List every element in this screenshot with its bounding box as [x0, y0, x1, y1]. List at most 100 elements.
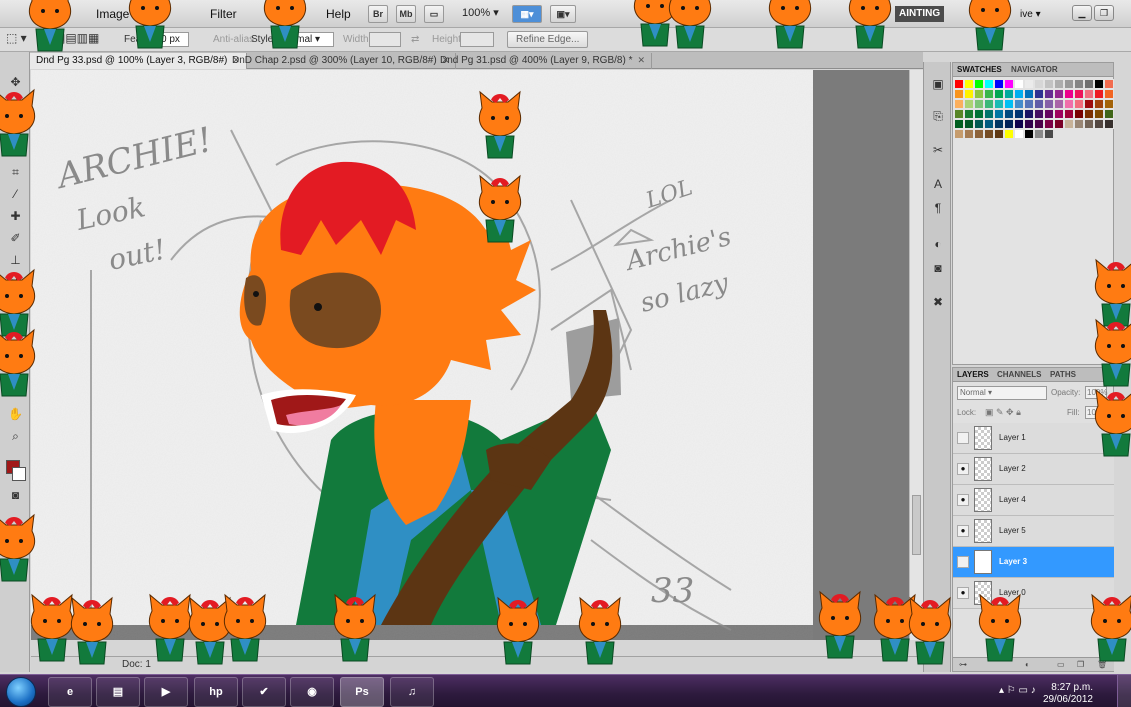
internet-explorer-icon[interactable]: e	[48, 677, 92, 707]
color-swatch[interactable]	[1034, 119, 1044, 129]
canvas-area[interactable]: ARCHIE! Look out! LOL Archie's so lazy 3…	[31, 70, 909, 640]
mini-bridge-icon[interactable]: ▣	[930, 76, 946, 92]
file-explorer-icon[interactable]: ▤	[96, 677, 140, 707]
tray-icons[interactable]: ▴ ⚐ ▭ ♪	[999, 685, 1036, 696]
restore-button[interactable]: ❐	[1094, 5, 1114, 21]
tab-channels[interactable]: CHANNELS	[997, 370, 1041, 379]
marquee-tool-icon[interactable]: ⬚	[7, 98, 24, 115]
refine-edge-button[interactable]: Refine Edge...	[507, 31, 589, 48]
color-swatch[interactable]	[1084, 119, 1094, 129]
tab-layers[interactable]: LAYERS	[957, 370, 989, 379]
minimize-button[interactable]: ▁	[1072, 5, 1092, 21]
color-swatch[interactable]	[964, 119, 974, 129]
layer-row[interactable]: ● Layer 2	[953, 454, 1114, 485]
background-color-swatch[interactable]	[12, 467, 26, 481]
color-swatch[interactable]	[954, 129, 964, 139]
color-swatch[interactable]	[1084, 109, 1094, 119]
color-swatch[interactable]	[994, 79, 1004, 89]
color-swatch[interactable]	[1034, 89, 1044, 99]
color-swatch[interactable]	[1004, 119, 1014, 129]
color-swatch[interactable]	[1014, 129, 1024, 139]
swatch-grid[interactable]	[954, 79, 1114, 139]
lasso-tool-icon[interactable]: ℓ	[7, 120, 24, 137]
clone-stamp-icon[interactable]: ⊥	[7, 252, 24, 269]
color-swatch[interactable]	[1104, 119, 1114, 129]
color-swatch[interactable]	[954, 79, 964, 89]
eraser-tool-icon[interactable]: ◫	[7, 296, 24, 313]
color-swatch[interactable]	[1034, 99, 1044, 109]
adjustments-icon[interactable]: ◐	[930, 236, 946, 252]
color-swatch[interactable]	[1094, 79, 1104, 89]
color-swatch[interactable]	[994, 119, 1004, 129]
color-swatch[interactable]	[1034, 109, 1044, 119]
tab-dnd-pg-33[interactable]: Dnd Pg 33.psd @ 100% (Layer 3, RGB/8#) ✕	[30, 53, 247, 69]
quick-select-icon[interactable]: ✎	[7, 142, 24, 159]
color-swatch[interactable]	[984, 89, 994, 99]
firefox-icon[interactable]: ◉	[290, 677, 334, 707]
menu-image[interactable]: Image	[96, 7, 129, 21]
color-swatch[interactable]	[1104, 99, 1114, 109]
width-input[interactable]	[369, 32, 401, 47]
workspace-more[interactable]: ive ▾	[1020, 9, 1041, 20]
tab-navigator[interactable]: NAVIGATOR	[1011, 65, 1058, 74]
color-swatch[interactable]	[1054, 89, 1064, 99]
color-swatch[interactable]	[1044, 79, 1054, 89]
color-swatch[interactable]	[954, 89, 964, 99]
quick-mask-icon[interactable]: ◙	[7, 487, 24, 504]
color-swatch[interactable]	[1044, 129, 1054, 139]
color-swatch[interactable]	[1084, 99, 1094, 109]
layer-name[interactable]: Layer 0	[999, 588, 1026, 597]
color-swatch[interactable]	[1014, 109, 1024, 119]
color-swatch[interactable]	[1054, 119, 1064, 129]
menu-filter[interactable]: Filter	[210, 7, 237, 21]
swap-icon[interactable]: ⇄	[411, 34, 419, 45]
layer-row[interactable]: ● Layer 0	[953, 578, 1114, 609]
color-swatch[interactable]	[1094, 109, 1104, 119]
gradient-tool-icon[interactable]: ▥	[7, 318, 24, 335]
color-swatch[interactable]	[984, 129, 994, 139]
color-swatch[interactable]	[1024, 109, 1034, 119]
layer-row[interactable]: Layer 1	[953, 423, 1114, 454]
color-swatch[interactable]	[1004, 129, 1014, 139]
color-swatch[interactable]	[1024, 99, 1034, 109]
color-swatch[interactable]	[1014, 89, 1024, 99]
visibility-eye-icon[interactable]: ●	[957, 587, 969, 599]
blend-mode-select[interactable]: Normal ▾	[957, 386, 1047, 400]
color-swatch[interactable]	[1064, 79, 1074, 89]
color-swatch[interactable]	[1014, 119, 1024, 129]
move-tool-icon[interactable]: ✥	[7, 74, 24, 91]
color-swatch[interactable]	[1044, 109, 1054, 119]
workspace-switcher[interactable]: AINTING	[895, 6, 945, 22]
tool-presets-icon[interactable]: ✖	[930, 294, 946, 310]
color-swatch[interactable]	[1064, 99, 1074, 109]
menu-help[interactable]: Help	[326, 7, 351, 21]
adjustment-layer-icon[interactable]: ◐	[1025, 660, 1030, 669]
color-swatch[interactable]	[964, 79, 974, 89]
clock-time[interactable]: 8:27 p.m.	[1051, 682, 1093, 693]
height-input[interactable]	[460, 32, 494, 47]
style-select[interactable]: Normal ▾	[276, 32, 334, 47]
color-swatch[interactable]	[984, 119, 994, 129]
color-swatch[interactable]	[954, 109, 964, 119]
arrange-documents-button[interactable]: ▦▾	[512, 5, 542, 23]
start-button[interactable]	[6, 677, 36, 707]
marquee-tool-preset-icon[interactable]: ⬚ ▾	[6, 31, 27, 45]
color-swatch[interactable]	[964, 99, 974, 109]
layer-row[interactable]: Layer 3	[953, 547, 1114, 578]
color-swatch[interactable]	[984, 99, 994, 109]
visibility-eye-icon[interactable]: ●	[957, 463, 969, 475]
layer-name[interactable]: Layer 3	[999, 557, 1027, 566]
brush-presets-icon[interactable]: ✂	[930, 142, 946, 158]
layer-row[interactable]: ● Layer 5	[953, 516, 1114, 547]
antialias-label[interactable]: Anti-alias	[213, 34, 254, 45]
color-swatch[interactable]	[994, 109, 1004, 119]
color-swatch[interactable]	[1014, 99, 1024, 109]
view-extras-button[interactable]: ▭	[424, 5, 444, 23]
itunes-icon[interactable]: ♫	[390, 677, 434, 707]
paragraph-icon[interactable]: ¶	[930, 200, 946, 216]
color-swatch[interactable]	[974, 89, 984, 99]
visibility-eye-icon[interactable]: ●	[957, 494, 969, 506]
new-group-icon[interactable]: ▭	[1057, 660, 1065, 669]
crop-tool-icon[interactable]: ⌗	[7, 164, 24, 181]
color-swatch[interactable]	[1004, 109, 1014, 119]
